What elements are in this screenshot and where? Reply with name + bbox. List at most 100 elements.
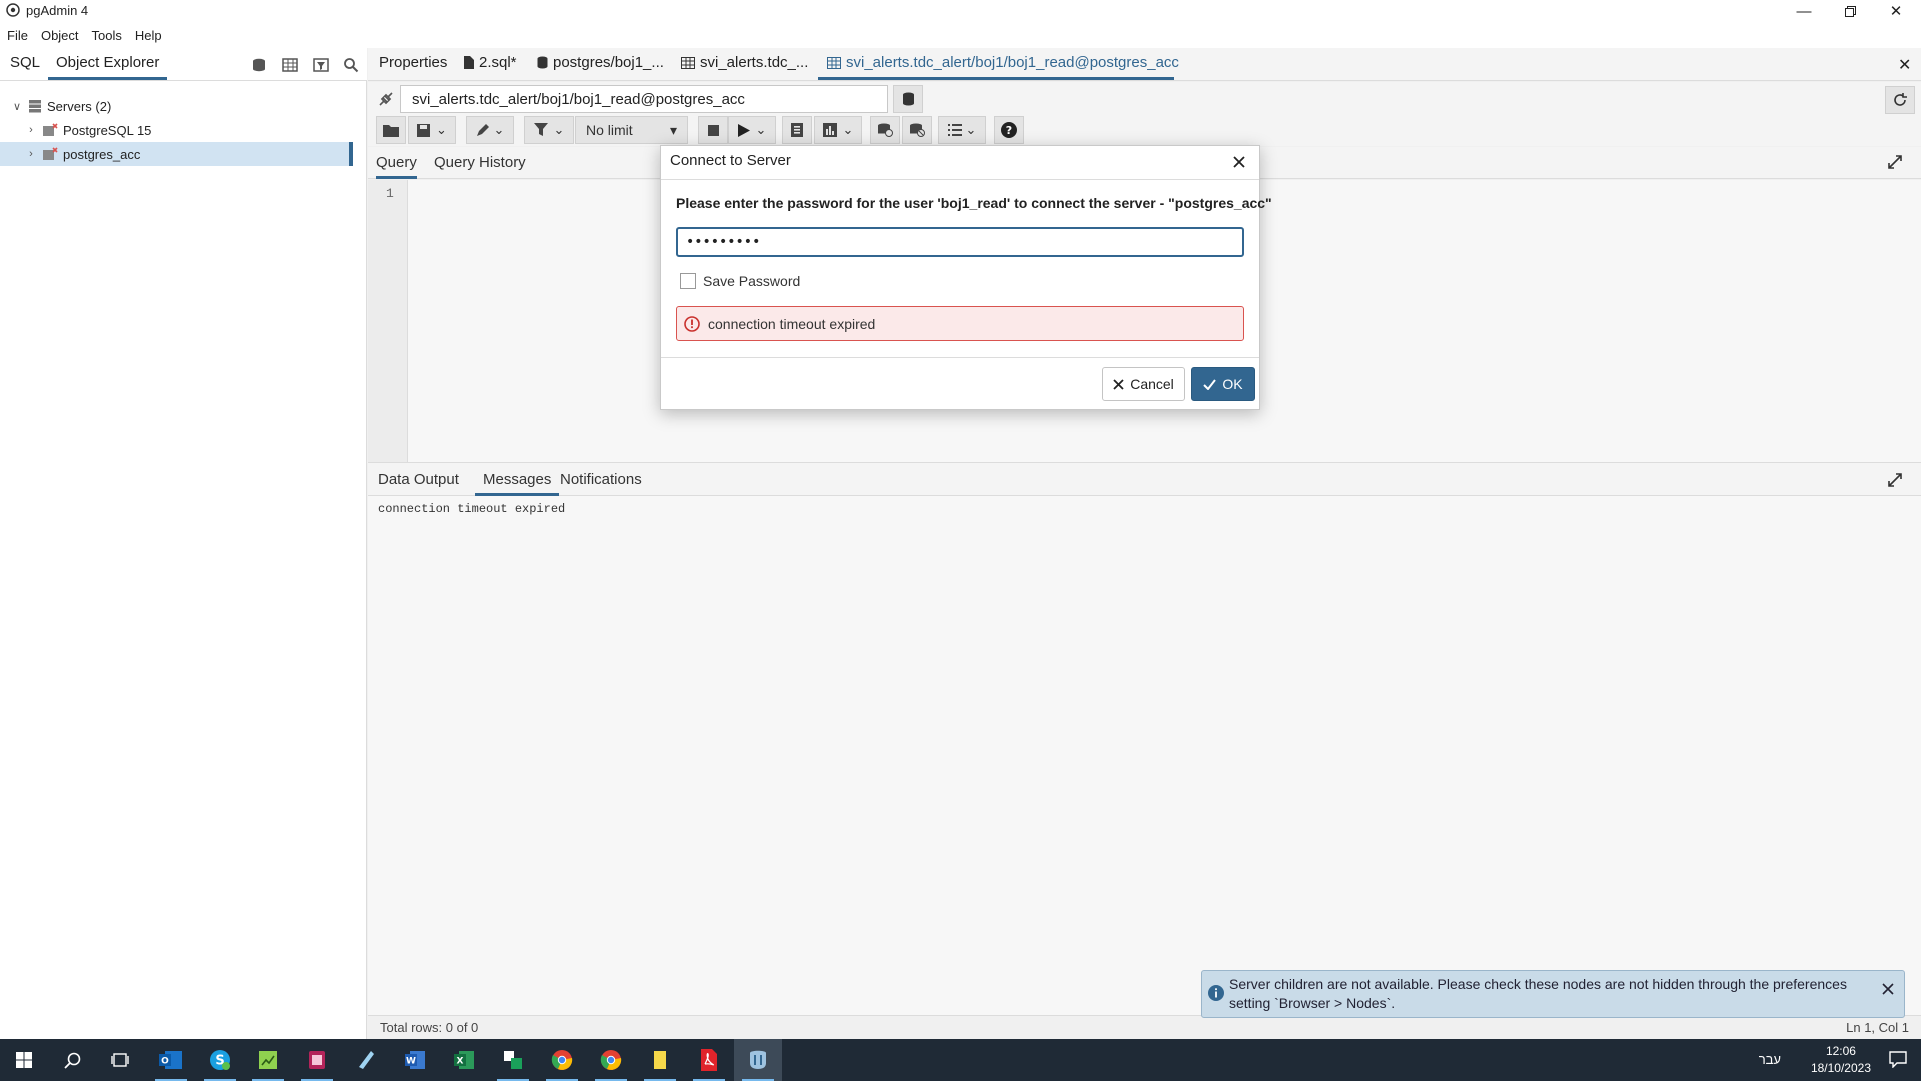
tab-object-explorer[interactable]: Object Explorer: [48, 54, 168, 80]
explain-button[interactable]: [782, 116, 812, 144]
notepad-icon[interactable]: [244, 1039, 292, 1081]
active-tab-indicator: [818, 77, 1174, 80]
chevron-right-icon[interactable]: ›: [24, 124, 38, 136]
maximize-icon[interactable]: [1888, 155, 1902, 169]
new-connection-button[interactable]: [893, 85, 923, 113]
chevron-down-icon[interactable]: ∨: [10, 100, 24, 113]
stop-button[interactable]: [698, 116, 728, 144]
password-field[interactable]: •••••••••: [676, 227, 1244, 257]
tree-item-label: postgres_acc: [63, 146, 141, 162]
pdf-icon[interactable]: [685, 1039, 733, 1081]
tab-notifications[interactable]: Notifications: [560, 471, 642, 488]
macros-button[interactable]: ⌄: [938, 116, 986, 144]
tab-query[interactable]: Query: [376, 154, 417, 179]
tab-properties[interactable]: Properties: [379, 54, 447, 71]
view-data-icon[interactable]: [279, 55, 301, 75]
connection-select[interactable]: svi_alerts.tdc_alert/boj1/boj1_read@post…: [400, 85, 888, 113]
restore-button[interactable]: [1827, 0, 1873, 22]
divider: [661, 357, 1259, 358]
row-limit-select[interactable]: No limit ▾: [575, 116, 688, 144]
svg-text:?: ?: [1006, 124, 1012, 137]
tab-svi-alerts-short[interactable]: svi_alerts.tdc_...: [681, 54, 808, 71]
tab-label: svi_alerts.tdc_...: [700, 54, 809, 71]
tab-svi-alerts-active[interactable]: svi_alerts.tdc_alert/boj1/boj1_read@post…: [827, 54, 1179, 71]
menu-tools[interactable]: Tools: [92, 28, 122, 43]
svg-text:X: X: [457, 1057, 464, 1067]
pgadmin-icon[interactable]: [734, 1039, 782, 1081]
query-toolbar: ⌄ ⌄ ⌄ No limit ▾ ⌄ ⌄ ⌄ ?: [368, 116, 1921, 146]
connection-status-icon[interactable]: [377, 90, 395, 108]
row-limit-label: No limit: [586, 122, 633, 138]
menu-help[interactable]: Help: [135, 28, 162, 43]
tab-data-output[interactable]: Data Output: [378, 471, 459, 488]
menu-object[interactable]: Object: [41, 28, 79, 43]
checkbox-box[interactable]: [680, 273, 696, 289]
error-message: connection timeout expired: [708, 315, 876, 332]
svg-text:W: W: [406, 1057, 416, 1067]
output-tabs: Data Output Messages Notifications: [368, 462, 1921, 496]
output-message: connection timeout expired: [378, 502, 566, 516]
close-window-button[interactable]: ✕: [1873, 0, 1919, 22]
word-icon[interactable]: W: [391, 1039, 439, 1081]
save-password-checkbox[interactable]: Save Password: [680, 273, 800, 289]
tree-item-postgresql-15[interactable]: › PostgreSQL 15: [0, 118, 353, 142]
share-icon[interactable]: [489, 1039, 537, 1081]
minimize-button[interactable]: —: [1781, 0, 1827, 22]
query-tool-icon[interactable]: [248, 55, 270, 75]
skype-icon[interactable]: S: [196, 1039, 244, 1081]
close-icon[interactable]: [1882, 983, 1894, 995]
maximize-icon[interactable]: [1888, 473, 1902, 487]
rollback-button[interactable]: [902, 116, 932, 144]
help-button[interactable]: ?: [994, 116, 1024, 144]
chrome-icon[interactable]: [587, 1039, 635, 1081]
excel-icon[interactable]: X: [440, 1039, 488, 1081]
execute-button[interactable]: ⌄: [728, 116, 776, 144]
window-title: pgAdmin 4: [26, 3, 89, 18]
filter-button[interactable]: ⌄: [524, 116, 574, 144]
refresh-button[interactable]: [1885, 86, 1915, 114]
tab-postgres-boj1[interactable]: postgres/boj1_...: [537, 54, 664, 71]
language-indicator[interactable]: עבר: [1759, 1052, 1781, 1067]
tab-2-sql[interactable]: 2.sql*: [464, 54, 517, 71]
outlook-icon[interactable]: O: [147, 1039, 195, 1081]
connection-bar: svi_alerts.tdc_alert/boj1/boj1_read@post…: [368, 82, 1921, 116]
dialog-title: Connect to Server: [670, 152, 791, 169]
app-icon[interactable]: [293, 1039, 341, 1081]
close-tab-icon[interactable]: ✕: [1898, 55, 1911, 75]
tab-messages[interactable]: Messages: [475, 471, 560, 496]
password-prompt: Please enter the password for the user '…: [676, 195, 1272, 211]
notes-icon[interactable]: [636, 1039, 684, 1081]
status-bar: Total rows: 0 of 0 Ln 1, Col 1: [368, 1015, 1921, 1039]
task-view-icon[interactable]: [96, 1039, 144, 1081]
search-icon[interactable]: [48, 1039, 96, 1081]
system-clock[interactable]: 12:06 18/10/2023: [1811, 1043, 1871, 1077]
edit-button[interactable]: ⌄: [466, 116, 514, 144]
ok-button[interactable]: OK: [1191, 367, 1255, 401]
pen-icon[interactable]: [342, 1039, 390, 1081]
start-icon[interactable]: [0, 1039, 48, 1081]
open-file-button[interactable]: [376, 116, 406, 144]
filter-rows-icon[interactable]: [310, 55, 332, 75]
tab-query-history[interactable]: Query History: [434, 154, 526, 171]
search-icon[interactable]: [340, 55, 362, 75]
close-icon[interactable]: [1229, 152, 1249, 172]
cancel-button[interactable]: Cancel: [1102, 367, 1185, 401]
windows-taskbar: O S W X עבר 12:06 18/10/2023: [0, 1039, 1921, 1081]
tab-sql[interactable]: SQL: [10, 54, 40, 71]
save-button[interactable]: ⌄: [408, 116, 456, 144]
explain-analyze-button[interactable]: ⌄: [814, 116, 862, 144]
tree-item-postgres-acc[interactable]: › postgres_acc: [0, 142, 353, 166]
title-bar: pgAdmin 4 — ✕: [0, 0, 1921, 22]
error-alert: connection timeout expired: [676, 306, 1244, 341]
file-icon: [464, 56, 474, 69]
chrome-icon[interactable]: [538, 1039, 586, 1081]
notification-center-icon[interactable]: [1889, 1051, 1907, 1068]
ok-label: OK: [1222, 376, 1243, 392]
tree-item-servers[interactable]: ∨ Servers (2): [0, 94, 353, 118]
close-icon: [1113, 378, 1124, 390]
server-disconnected-icon: [42, 123, 58, 137]
menu-file[interactable]: File: [7, 28, 28, 43]
chevron-right-icon[interactable]: ›: [24, 148, 38, 160]
clock-time: 12:06: [1825, 1044, 1856, 1058]
commit-button[interactable]: [870, 116, 900, 144]
